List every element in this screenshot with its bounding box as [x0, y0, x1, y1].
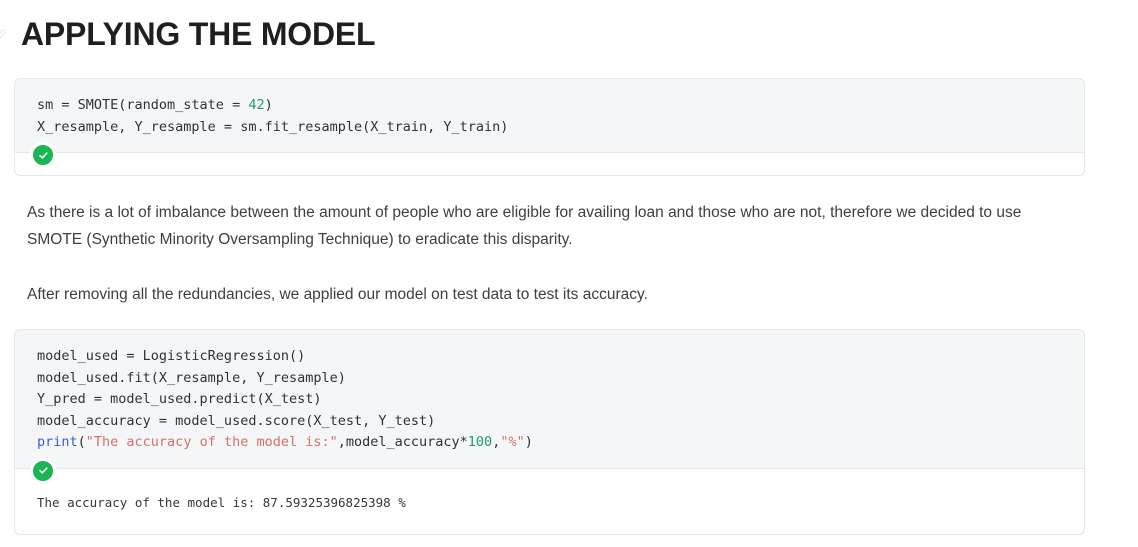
- code-token: X_resample, Y_resample = sm.fit_resample…: [37, 118, 509, 135]
- check-circle-icon[interactable]: [30, 142, 56, 169]
- code-token: ): [264, 97, 273, 113]
- code-token: 100: [467, 434, 493, 451]
- cell-divider: [15, 457, 1084, 484]
- code-line: model_accuracy = model_used.score(X_test…: [37, 411, 1062, 433]
- code-token: Y_pred = model_used.predict(X_test): [37, 391, 322, 408]
- code-line: print("The accuracy of the model is:",mo…: [37, 432, 1062, 454]
- code-editor[interactable]: sm = SMOTE(random_state = 42) X_resample,…: [15, 79, 1084, 152]
- code-line: Y_pred = model_used.predict(X_test): [37, 389, 1062, 411]
- check-circle-icon[interactable]: [30, 457, 56, 484]
- link-anchor-icon[interactable]: [0, 12, 7, 56]
- code-token: "The accuracy of the model is:": [85, 434, 338, 451]
- code-token: model_used = LogisticRegression(): [37, 348, 306, 364]
- code-token: print: [37, 434, 78, 451]
- code-line: X_resample, Y_resample = sm.fit_resample…: [37, 117, 1062, 139]
- code-cell-smote[interactable]: sm = SMOTE(random_state = 42) X_resample,…: [14, 78, 1085, 177]
- paragraph-smote-explanation: As there is a lot of imbalance between t…: [27, 204, 1022, 248]
- code-line: model_used = LogisticRegression(): [37, 346, 1062, 368]
- code-token: 42: [248, 97, 265, 113]
- code-token: "%": [500, 434, 525, 451]
- code-token: sm = SMOTE(random_state =: [37, 97, 249, 113]
- code-line: sm = SMOTE(random_state = 42): [37, 95, 1062, 117]
- code-token: model_accuracy = model_used.score(X_test…: [37, 412, 436, 429]
- code-editor[interactable]: model_used = LogisticRegression() model_u…: [15, 330, 1084, 468]
- cell-output: [15, 153, 1084, 176]
- cell-output: The accuracy of the model is: 87.5932539…: [15, 468, 1084, 534]
- code-line: model_used.fit(X_resample, Y_resample): [37, 368, 1062, 390]
- page-heading-row: APPLYING THE MODEL: [0, 8, 1138, 60]
- code-token: (: [77, 434, 86, 451]
- code-token: model_used.fit(X_resample, Y_resample): [37, 369, 346, 386]
- notebook-page: APPLYING THE MODEL sm = SMOTE(random_sta…: [0, 0, 1138, 547]
- cell-divider: [15, 142, 1084, 169]
- paragraph-accuracy-intro: After removing all the redundancies, we …: [27, 286, 648, 303]
- code-token: ): [524, 434, 533, 451]
- code-token: ,model_accuracy*: [337, 434, 468, 451]
- code-cell-model[interactable]: model_used = LogisticRegression() model_u…: [14, 329, 1085, 535]
- page-title: APPLYING THE MODEL: [21, 16, 376, 52]
